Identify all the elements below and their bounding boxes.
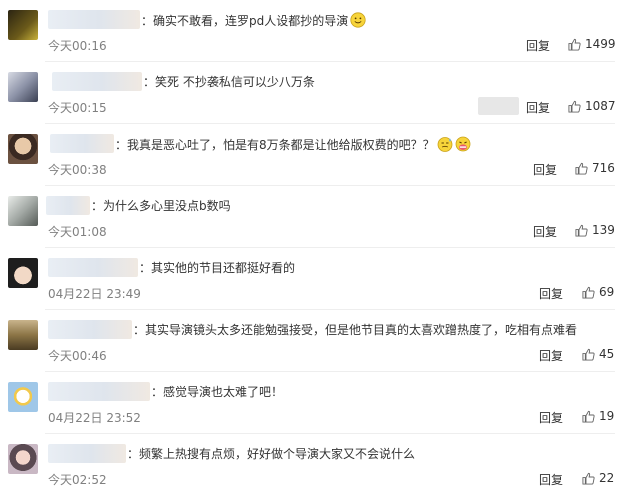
thumbs-up-icon (575, 224, 588, 237)
comment-time: 04月22日 23:52 (48, 411, 141, 425)
thumbs-up-icon (568, 38, 581, 51)
comment-item: ：我真是恶心吐了，怕是有8万条都是让他给版权费的吧？？ 今天00:38 回复 7… (0, 124, 623, 186)
like-button[interactable]: 22 (582, 471, 614, 485)
thumbs-up-icon (582, 348, 595, 361)
comment-item: ：笑死 不抄袭私信可以少八万条 今天00:15 回复 1087 (0, 62, 623, 124)
comment-text: ：确实不敢看，连罗pd人设都抄的导演 (141, 12, 366, 29)
reply-button[interactable]: 回复 (533, 161, 557, 178)
like-button[interactable]: 45 (582, 347, 614, 361)
comment-item: ：频繁上热搜有点烦，好好做个导演大家又不会说什么 今天02:52 回复 22 (0, 434, 623, 496)
like-button[interactable]: 1499 (568, 37, 616, 51)
thumbs-up-icon (582, 472, 595, 485)
like-button[interactable]: 139 (575, 223, 615, 237)
username-redacted[interactable] (48, 382, 150, 401)
username-redacted[interactable] (48, 258, 138, 277)
reply-button[interactable]: 回复 (539, 409, 563, 426)
avatar[interactable] (8, 382, 38, 412)
thumbs-up-icon (582, 410, 595, 423)
avatar[interactable] (8, 72, 38, 102)
like-button[interactable]: 716 (575, 161, 615, 175)
thumbs-up-icon (575, 162, 588, 175)
comment-item: ：其实导演镜头太多还能勉强接受，但是他节目真的太喜欢蹭热度了，吃相有点难看 今天… (0, 310, 623, 372)
vomit-emoji-icon (455, 136, 471, 152)
username-redacted[interactable] (50, 134, 114, 153)
comment-item: ：确实不敢看，连罗pd人设都抄的导演 今天00:16 回复 1499 (0, 0, 623, 62)
like-count: 1499 (585, 37, 616, 51)
comment-time: 今天02:52 (48, 473, 107, 487)
like-count: 1087 (585, 99, 616, 113)
like-count: 716 (592, 161, 615, 175)
sweat-emoji-icon (437, 137, 453, 152)
reply-button[interactable]: 回复 (526, 99, 550, 116)
comment-text: ：其实导演镜头太多还能勉强接受，但是他节目真的太喜欢蹭热度了，吃相有点难看 (133, 323, 578, 337)
comment-text: ：为什么多心里没点b数吗 (91, 199, 231, 213)
like-count: 139 (592, 223, 615, 237)
comment-text: ：笑死 不抄袭私信可以少八万条 (143, 75, 315, 89)
username-redacted[interactable] (48, 444, 126, 463)
username-redacted[interactable] (46, 196, 90, 215)
thumbs-up-icon (568, 100, 581, 113)
comment-text: ：感觉导演也太难了吧！ (151, 385, 284, 399)
comment-text: ：频繁上热搜有点烦，好好做个导演大家又不会说什么 (127, 447, 416, 461)
username-redacted[interactable] (48, 10, 140, 29)
thumbs-up-icon (582, 286, 595, 299)
comment-time: 今天00:38 (48, 163, 107, 177)
avatar[interactable] (8, 196, 38, 226)
avatar[interactable] (8, 134, 38, 164)
like-button[interactable]: 19 (582, 409, 614, 423)
comment-text: ：其实他的节目还都挺好看的 (139, 261, 296, 275)
comment-time: 今天00:15 (48, 101, 107, 115)
reply-button[interactable]: 回复 (526, 37, 550, 54)
username-redacted[interactable] (48, 320, 132, 339)
comment-time: 今天01:08 (48, 225, 107, 239)
comment-time: 04月22日 23:49 (48, 287, 141, 301)
like-button[interactable]: 69 (582, 285, 614, 299)
reply-button[interactable]: 回复 (539, 285, 563, 302)
comment-time: 今天00:16 (48, 39, 107, 53)
reply-button[interactable]: 回复 (533, 223, 557, 240)
reply-button[interactable]: 回复 (539, 347, 563, 364)
comment-item: ：感觉导演也太难了吧！ 04月22日 23:52 回复 19 (0, 372, 623, 434)
comment-time: 今天00:46 (48, 349, 107, 363)
redacted-area (478, 97, 519, 115)
avatar[interactable] (8, 10, 38, 40)
like-count: 45 (599, 347, 615, 361)
avatar[interactable] (8, 444, 38, 474)
comment-text: ：我真是恶心吐了，怕是有8万条都是让他给版权费的吧？？ (115, 136, 471, 153)
reply-button[interactable]: 回复 (539, 471, 563, 488)
smile-emoji-icon (350, 12, 366, 28)
avatar[interactable] (8, 320, 38, 350)
avatar[interactable] (8, 258, 38, 288)
like-count: 69 (599, 285, 615, 299)
username-redacted[interactable] (52, 72, 142, 91)
like-count: 19 (599, 409, 615, 423)
comment-list: ：确实不敢看，连罗pd人设都抄的导演 今天00:16 回复 1499 ：笑死 不… (0, 0, 623, 497)
comment-item: ：为什么多心里没点b数吗 今天01:08 回复 139 (0, 186, 623, 248)
like-button[interactable]: 1087 (568, 99, 616, 113)
like-count: 22 (599, 471, 615, 485)
comment-item: ：其实他的节目还都挺好看的 04月22日 23:49 回复 69 (0, 248, 623, 310)
